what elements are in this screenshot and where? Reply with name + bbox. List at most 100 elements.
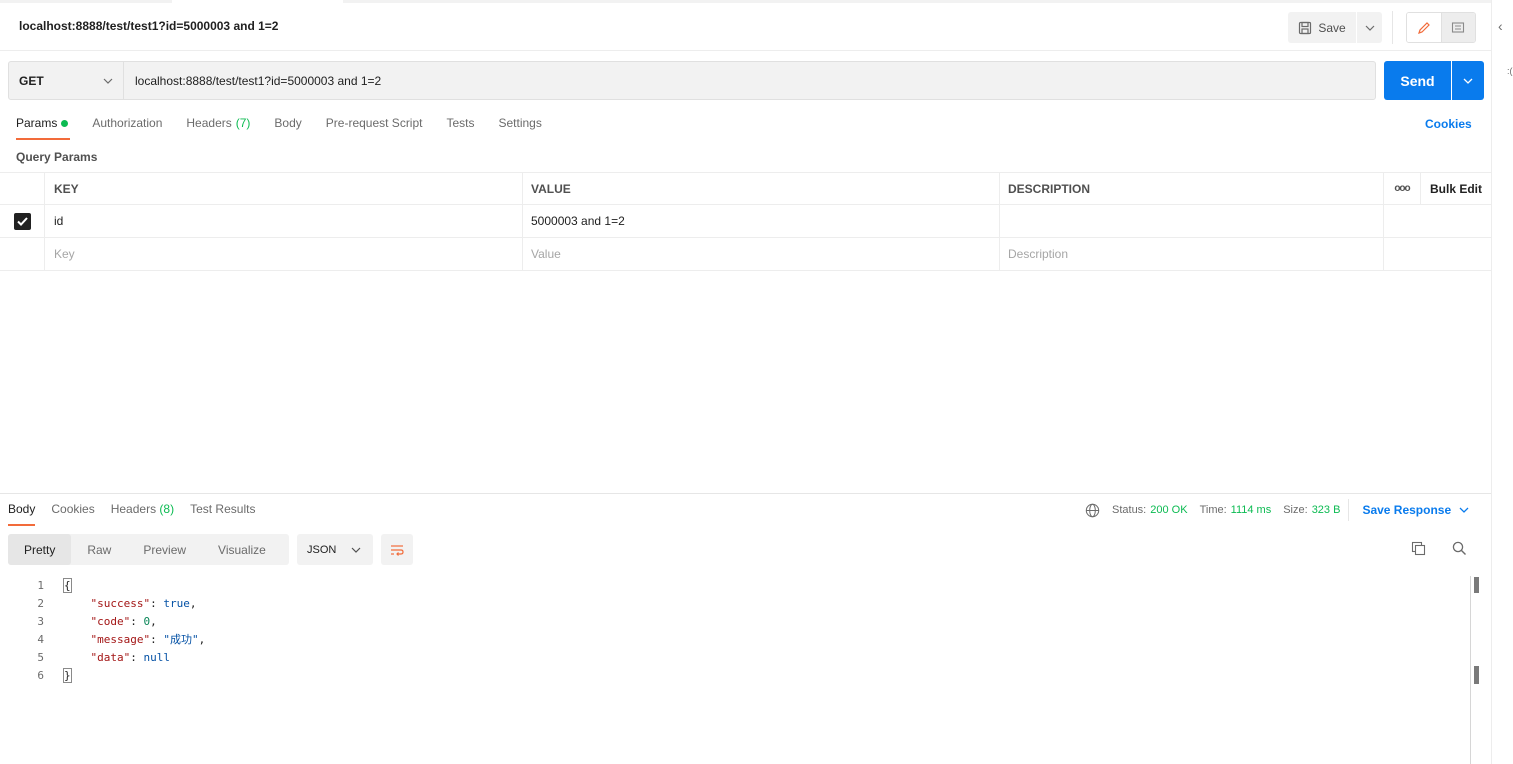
code-line: 1{	[0, 576, 1470, 594]
view-raw[interactable]: Raw	[71, 534, 127, 565]
checkbox-icon[interactable]	[13, 212, 31, 230]
copy-button[interactable]	[1410, 540, 1427, 560]
comment-icon	[1452, 21, 1465, 33]
url-input[interactable]: localhost:8888/test/test1?id=5000003 and…	[124, 62, 1375, 99]
save-button[interactable]: Save	[1288, 12, 1356, 43]
resp-headers-count: (8)	[159, 502, 175, 516]
json-key: "message"	[90, 633, 151, 646]
editor-scroll-track[interactable]	[1470, 576, 1471, 764]
code-line: 3 "code": 0,	[0, 612, 1470, 630]
wrap-lines-button[interactable]	[381, 534, 413, 565]
line-number: 3	[37, 614, 44, 628]
json-key: "code"	[90, 614, 131, 628]
new-value-input[interactable]: Value	[523, 238, 1000, 270]
tab-headers[interactable]: Headers (7)	[186, 113, 250, 141]
resp-tab-body[interactable]: Body	[8, 500, 36, 526]
request-header: localhost:8888/test/test1?id=5000003 and…	[0, 3, 1491, 51]
request-title[interactable]: localhost:8888/test/test1?id=5000003 and…	[19, 19, 278, 33]
cookies-link[interactable]: Cookies	[1425, 117, 1472, 131]
column-value: VALUE	[523, 173, 1000, 204]
send-options-button[interactable]	[1452, 61, 1484, 100]
send-button[interactable]: Send	[1384, 61, 1451, 100]
resp-tab-headers[interactable]: Headers (8)	[111, 500, 174, 526]
new-check-cell	[0, 238, 45, 270]
table-row: id 5000003 and 1=2	[0, 205, 1491, 238]
edit-mode-button[interactable]	[1407, 13, 1442, 42]
method-label: GET	[19, 73, 44, 88]
globe-icon[interactable]	[1085, 503, 1100, 518]
time-label: Time:	[1199, 504, 1227, 516]
tab-tests[interactable]: Tests	[446, 113, 474, 141]
resp-tab-test-results[interactable]: Test Results	[190, 500, 255, 526]
status-value[interactable]: 200 OK	[1150, 504, 1187, 516]
param-value-cell[interactable]: 5000003 and 1=2	[523, 205, 1000, 237]
resp-tab-cookies[interactable]: Cookies	[51, 500, 94, 526]
json-value: "成功"	[163, 633, 199, 646]
resp-headers-label: Headers	[110, 502, 157, 516]
format-select[interactable]: JSON	[297, 534, 373, 565]
scrollbar-marker[interactable]	[1474, 577, 1479, 593]
bulk-edit-button[interactable]: Bulk Edit	[1421, 173, 1491, 204]
save-group: Save	[1288, 12, 1382, 43]
view-visualize[interactable]: Visualize	[202, 534, 282, 565]
scrollbar-thumb[interactable]	[1474, 666, 1479, 684]
row-spacer-2	[1421, 205, 1491, 237]
copy-icon	[1411, 541, 1426, 556]
tab-prerequest-script[interactable]: Pre-request Script	[326, 113, 423, 141]
request-tabs: Params Authorization Headers (7) Body Pre…	[16, 113, 542, 141]
save-options-button[interactable]	[1357, 12, 1382, 43]
save-response-label: Save Response	[1362, 503, 1452, 517]
line-number: 5	[37, 650, 44, 664]
param-key-cell[interactable]: id	[45, 205, 523, 237]
tab-authorization[interactable]: Authorization	[92, 113, 162, 141]
size-value[interactable]: 323 B	[1312, 504, 1341, 516]
chevron-down-icon	[351, 547, 361, 553]
row-check-cell	[0, 205, 45, 237]
column-description: DESCRIPTION	[1000, 173, 1384, 204]
header-check-cell	[0, 173, 45, 204]
param-description-cell[interactable]	[1000, 205, 1384, 237]
meta-divider	[1348, 499, 1350, 521]
tab-body[interactable]: Body	[274, 113, 301, 141]
row-spacer	[1384, 238, 1421, 270]
send-group: Send	[1384, 61, 1484, 100]
line-number: 2	[37, 596, 44, 610]
chevron-down-icon	[103, 78, 113, 84]
tab-params[interactable]: Params	[16, 113, 71, 141]
time-value[interactable]: 1114 ms	[1231, 504, 1272, 516]
json-value: true	[163, 596, 190, 610]
method-select[interactable]: GET	[9, 62, 124, 99]
json-value: 0	[143, 614, 151, 628]
save-icon	[1299, 21, 1312, 34]
search-button[interactable]	[1451, 540, 1468, 560]
response-divider[interactable]	[0, 493, 1491, 494]
table-header-row: KEY VALUE DESCRIPTION ooo Bulk Edit	[0, 172, 1491, 205]
more-options-icon[interactable]: ooo	[1384, 173, 1421, 204]
tab-params-label: Params	[16, 116, 58, 130]
code-line: 5 "data": null	[0, 648, 1470, 666]
row-spacer	[1384, 205, 1421, 237]
response-tabs: Body Cookies Headers (8) Test Results	[8, 500, 255, 526]
code-line: 2 "success": true,	[0, 594, 1470, 612]
params-table: KEY VALUE DESCRIPTION ooo Bulk Edit id 5…	[0, 172, 1491, 271]
format-label: JSON	[307, 543, 337, 556]
status-label: Status:	[1112, 504, 1147, 516]
chevron-left-icon[interactable]: ‹	[1498, 18, 1503, 34]
comments-button[interactable]	[1441, 13, 1475, 42]
view-pretty[interactable]: Pretty	[8, 534, 72, 565]
pencil-icon	[1417, 21, 1430, 34]
response-body-editor[interactable]: 1{ 2 "success": true, 3 "code": 0, 4 "me…	[0, 576, 1470, 684]
response-meta: Status: 200 OK Time: 1114 ms Size: 323 B…	[1085, 499, 1469, 521]
rail-icon[interactable]: :(	[1507, 66, 1513, 76]
code-line: 4 "message": "成功",	[0, 630, 1470, 648]
mode-toggle	[1406, 12, 1476, 43]
search-icon	[1452, 541, 1466, 555]
wrap-lines-icon	[391, 544, 404, 556]
new-key-input[interactable]: Key	[45, 238, 523, 270]
json-key: "success"	[90, 596, 151, 610]
new-description-input[interactable]: Description	[1000, 238, 1384, 270]
tab-settings[interactable]: Settings	[499, 113, 542, 141]
save-response-button[interactable]: Save Response	[1362, 503, 1469, 517]
view-preview[interactable]: Preview	[127, 534, 202, 565]
chevron-down-icon	[1459, 507, 1469, 513]
